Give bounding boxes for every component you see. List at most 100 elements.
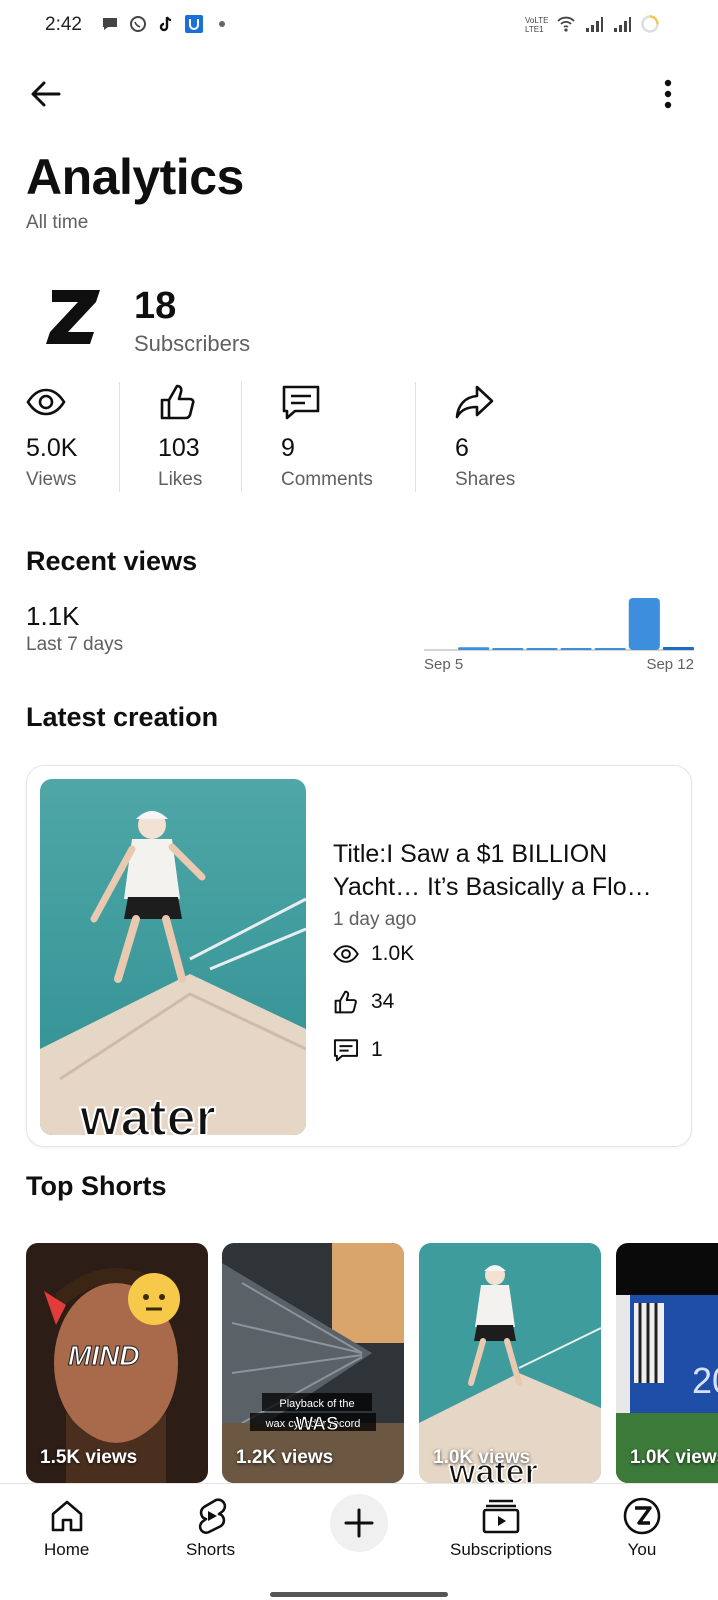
divider xyxy=(241,382,242,492)
stat-value: 5.0K xyxy=(26,434,78,462)
svg-text:MIND: MIND xyxy=(68,1340,140,1371)
recent-views-chart[interactable]: Sep 5 Sep 12 xyxy=(424,592,694,680)
divider xyxy=(415,382,416,492)
comment-icon xyxy=(281,382,321,422)
thumbs-up-icon xyxy=(334,990,357,1014)
arrow-left-icon xyxy=(31,81,61,107)
page-title: Analytics xyxy=(26,149,244,205)
chart-bar xyxy=(458,647,490,650)
top-shorts-carousel[interactable]: MIND 1.5K views Playback of the wax cyli… xyxy=(26,1243,718,1483)
top-shorts-heading: Top Shorts xyxy=(26,1171,167,1201)
date-range-label: All time xyxy=(26,212,89,233)
stat-comments[interactable]: 9 Comments xyxy=(281,382,411,494)
chart-bar xyxy=(662,647,694,650)
svg-text:water: water xyxy=(79,1089,216,1135)
chart-end-label: Sep 12 xyxy=(646,656,694,673)
short-card[interactable]: MIND 1.5K views xyxy=(26,1243,208,1483)
nav-shorts[interactable]: Shorts xyxy=(186,1494,235,1560)
nav-home-label: Home xyxy=(44,1540,90,1559)
thumbs-up-icon xyxy=(158,382,198,422)
latest-creation-card[interactable]: water Title:I Saw a $1 BILLION Yacht… It… xyxy=(26,765,692,1147)
chart-bar xyxy=(594,648,626,650)
app-badge-icon xyxy=(184,14,204,34)
recent-views-value: 1.1K xyxy=(26,601,80,631)
latest-video-age: 1 day ago xyxy=(333,909,417,930)
more-notifications-icon xyxy=(212,14,232,34)
stat-value: 6 xyxy=(455,434,469,462)
chart-bar xyxy=(560,648,592,650)
latest-comments: 1 xyxy=(333,1035,383,1065)
top-app-bar xyxy=(0,68,718,116)
chat-bubble-icon xyxy=(100,14,120,34)
status-bar: 2:42 VoLTE LTE1 xyxy=(0,0,718,52)
share-icon xyxy=(455,382,495,422)
short-card[interactable]: Playback of the wax cylinder record WAS … xyxy=(222,1243,404,1483)
nav-you[interactable]: You xyxy=(620,1494,664,1560)
recent-views-heading: Recent views xyxy=(26,546,198,576)
nav-shorts-label: Shorts xyxy=(186,1540,236,1559)
plus-icon xyxy=(344,1508,374,1538)
stats-row: 5.0K Views 103 Likes 9 Comments 6 Shares xyxy=(0,382,718,494)
divider xyxy=(119,382,120,492)
subscriber-label: Subscribers xyxy=(134,331,251,356)
stat-label: Views xyxy=(26,469,77,490)
svg-text:LTE1: LTE1 xyxy=(525,25,544,34)
volte-icon: VoLTE LTE1 xyxy=(524,14,548,34)
svg-text:20: 20 xyxy=(692,1360,718,1401)
chart-bar xyxy=(526,648,558,650)
chart-bar xyxy=(628,598,660,650)
subscriber-count: 18 xyxy=(134,285,177,327)
system-icons: VoLTE LTE1 xyxy=(524,14,660,34)
latest-creation-heading: Latest creation xyxy=(26,702,219,732)
nav-subscriptions[interactable]: Subscriptions xyxy=(450,1494,552,1560)
latest-comments-value: 1 xyxy=(371,1038,383,1061)
latest-likes-value: 34 xyxy=(371,990,395,1013)
tiktok-icon xyxy=(156,14,176,34)
short-views: 1.2K views xyxy=(236,1447,334,1468)
stat-label: Comments xyxy=(281,469,373,490)
nav-subscriptions-label: Subscriptions xyxy=(450,1540,553,1559)
latest-views: 1.0K xyxy=(333,939,414,969)
chart-start-label: Sep 5 xyxy=(424,656,463,673)
eye-icon xyxy=(26,382,66,422)
subscriptions-icon xyxy=(479,1494,523,1538)
battery-ring-icon xyxy=(640,14,660,34)
chart-bar xyxy=(492,648,524,650)
svg-text:VoLTE: VoLTE xyxy=(525,16,548,25)
short-views: 1.0K views xyxy=(630,1447,718,1468)
svg-text:Playback of the: Playback of the xyxy=(279,1398,354,1410)
signal-1-icon xyxy=(584,14,604,34)
shorts-icon xyxy=(189,1494,233,1538)
stat-likes[interactable]: 103 Likes xyxy=(158,382,238,494)
latest-likes: 34 xyxy=(333,987,394,1017)
notification-icons xyxy=(100,14,232,34)
stat-shares[interactable]: 6 Shares xyxy=(455,382,555,494)
home-indicator xyxy=(270,1592,448,1597)
profile-avatar-icon xyxy=(620,1494,664,1538)
create-button[interactable] xyxy=(330,1494,388,1552)
short-views: 1.5K views xyxy=(40,1447,138,1468)
stat-label: Likes xyxy=(158,469,203,490)
comment-icon xyxy=(333,1039,359,1062)
short-card[interactable]: water 1.0K views xyxy=(419,1243,601,1483)
more-vert-icon xyxy=(664,79,672,109)
latest-video-thumbnail[interactable]: water xyxy=(40,779,306,1135)
back-button[interactable] xyxy=(24,72,68,116)
signal-2-icon xyxy=(612,14,632,34)
more-options-button[interactable] xyxy=(646,72,690,116)
stat-views[interactable]: 5.0K Views xyxy=(26,382,116,494)
latest-views-value: 1.0K xyxy=(371,942,415,965)
recent-views-period: Last 7 days xyxy=(26,634,124,655)
short-card[interactable]: 20 1.0K views xyxy=(616,1243,718,1483)
channel-avatar xyxy=(40,282,106,352)
stat-label: Shares xyxy=(455,469,516,490)
short-views: 1.0K views xyxy=(433,1447,531,1468)
bottom-navigation: Home Shorts Subscriptions You xyxy=(0,1483,718,1600)
eye-icon xyxy=(333,945,359,963)
whatsapp-icon xyxy=(128,14,148,34)
latest-video-title[interactable]: Title:I Saw a $1 BILLION Yacht… It’s Bas… xyxy=(333,838,673,904)
nav-home[interactable]: Home xyxy=(44,1494,89,1560)
stat-value: 9 xyxy=(281,434,295,462)
wifi-icon xyxy=(556,14,576,34)
status-time: 2:42 xyxy=(45,14,82,35)
